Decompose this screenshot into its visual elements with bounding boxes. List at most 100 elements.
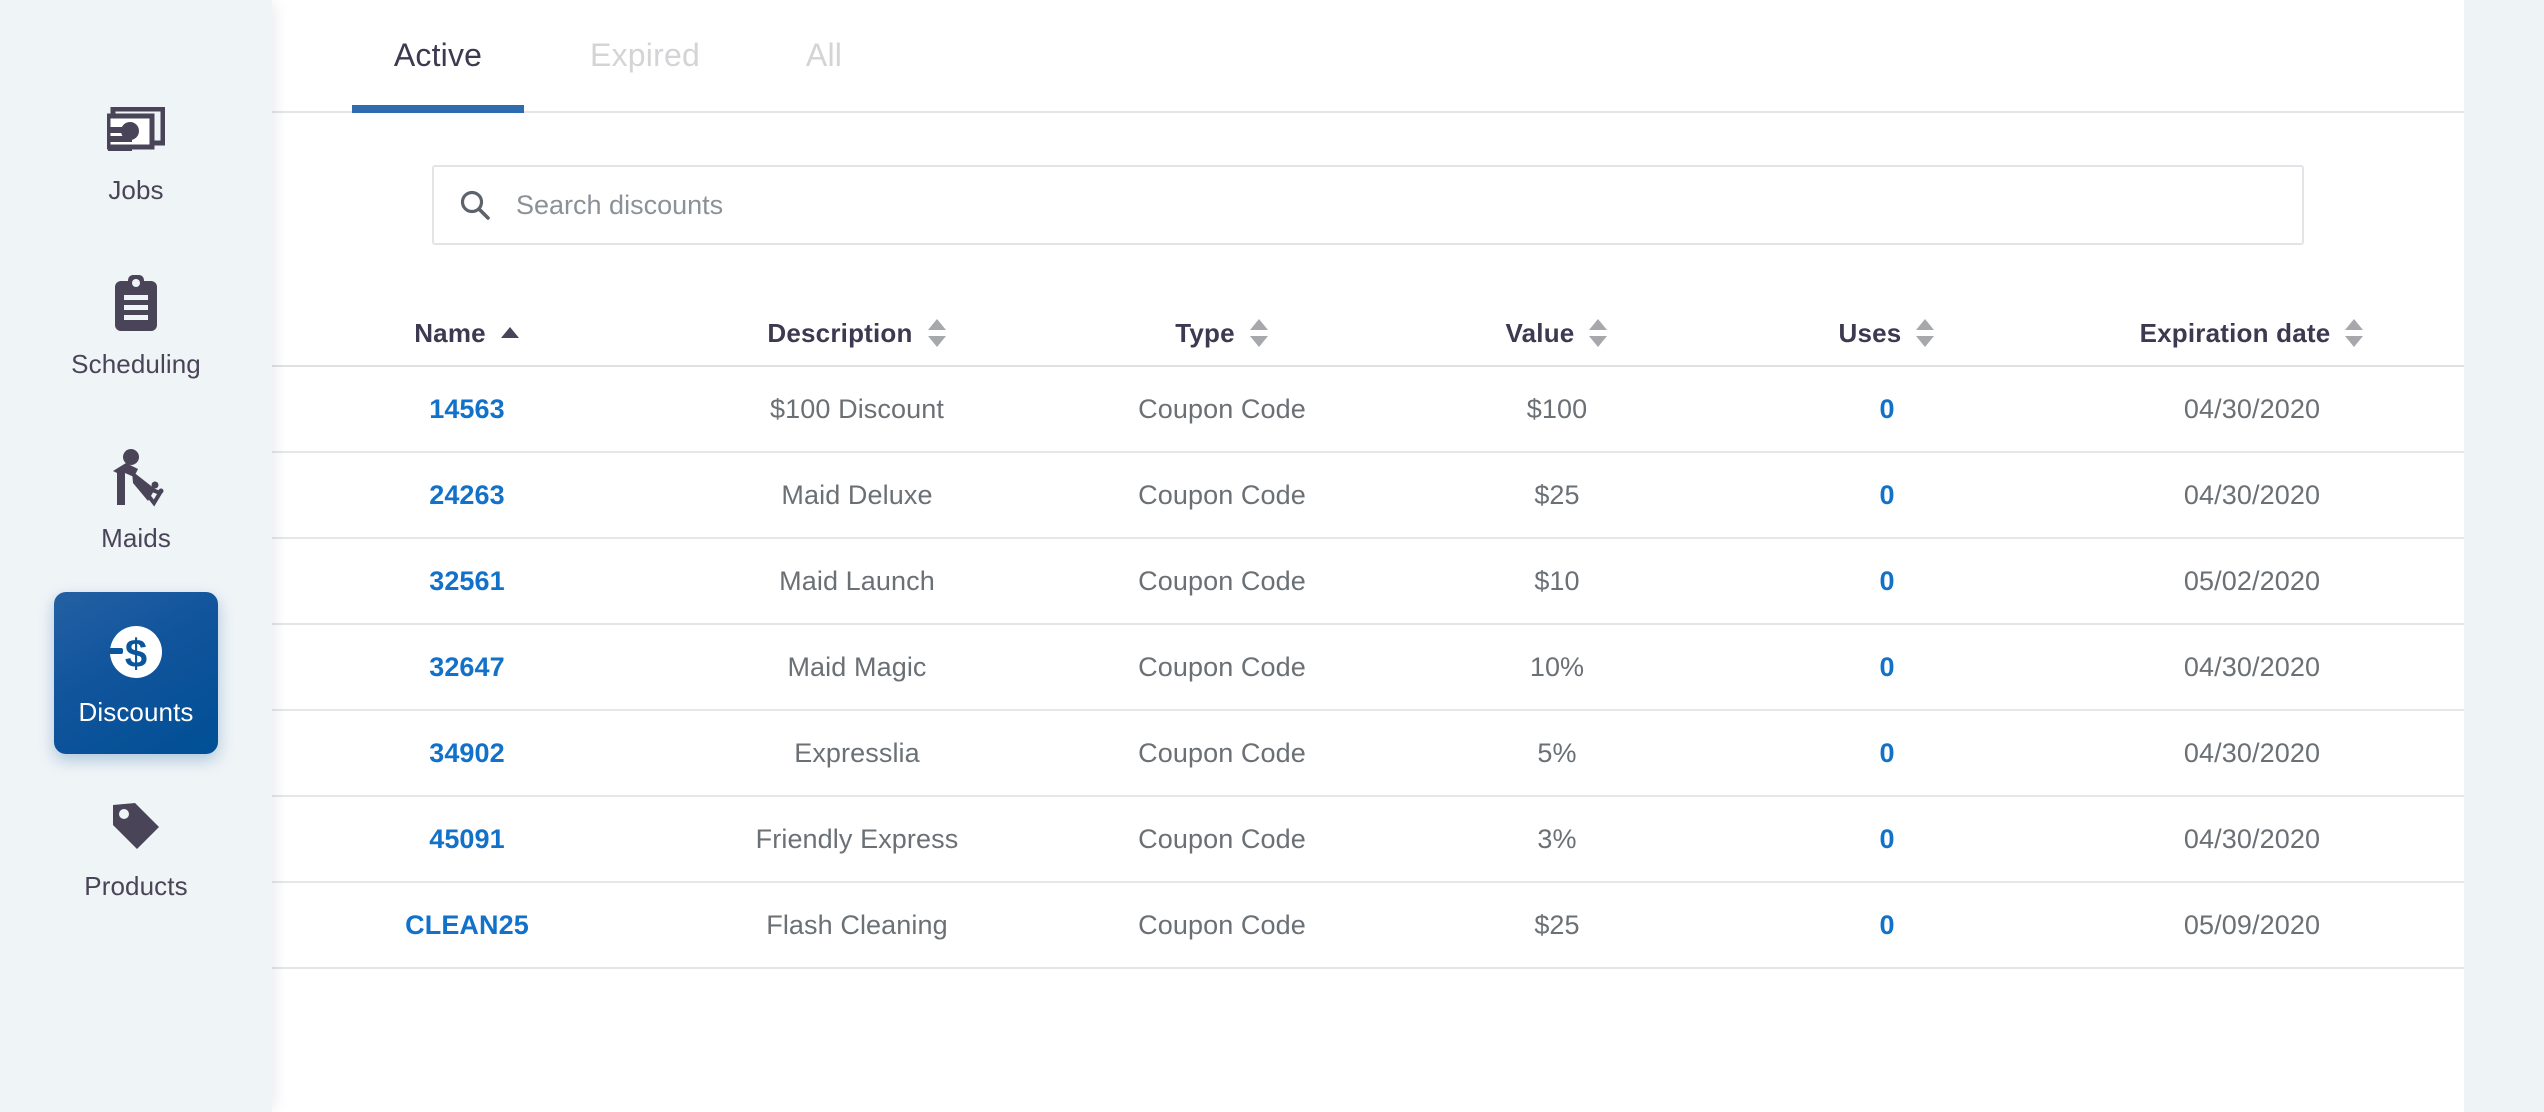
cell-description: Maid Deluxe xyxy=(781,479,933,510)
cell-value: 5% xyxy=(1537,737,1577,768)
cell-expiration: 04/30/2020 xyxy=(2183,651,2321,682)
column-label: Type xyxy=(1175,317,1235,348)
cell-value: $100 xyxy=(1526,393,1588,424)
cell-description: Friendly Express xyxy=(755,823,959,854)
cell-expiration: 04/30/2020 xyxy=(2183,737,2321,768)
sort-both-icon xyxy=(927,318,947,348)
cell-name[interactable]: CLEAN25 xyxy=(272,910,662,941)
column-label: Description xyxy=(767,317,913,348)
sidebar-item-products[interactable]: Products xyxy=(54,766,218,928)
table-body: 14563 $100 Discount Coupon Code $100 0 04/30/… xyxy=(272,367,2464,969)
column-header-type[interactable]: Type xyxy=(1052,318,1392,349)
cell-type: Coupon Code xyxy=(1138,565,1306,596)
sidebar-item-label: Scheduling xyxy=(71,349,201,379)
sort-asc-icon xyxy=(500,326,520,340)
cell-uses[interactable]: 0 xyxy=(1722,394,2052,425)
tag-icon xyxy=(109,795,163,857)
search-icon xyxy=(458,188,492,222)
column-label: Value xyxy=(1505,317,1575,348)
tab-label: Active xyxy=(393,36,483,73)
cell-name[interactable]: 32561 xyxy=(272,566,662,597)
column-header-value[interactable]: Value xyxy=(1392,318,1722,349)
column-header-name[interactable]: Name xyxy=(272,318,662,349)
tab-active[interactable]: Active xyxy=(352,0,524,113)
cell-name[interactable]: 24263 xyxy=(272,480,662,511)
search-box[interactable] xyxy=(432,165,2304,245)
sort-both-icon xyxy=(1588,318,1608,348)
table-row[interactable]: 32561 Maid Launch Coupon Code $10 0 05/02/202… xyxy=(272,539,2464,625)
column-header-uses[interactable]: Uses xyxy=(1722,318,2052,349)
column-label: Name xyxy=(414,317,486,348)
cell-expiration: 04/30/2020 xyxy=(2183,393,2321,424)
discounts-card: Active Expired All Search discounts Name… xyxy=(272,0,2464,1112)
sort-both-icon xyxy=(1915,318,1935,348)
cell-value: 10% xyxy=(1529,651,1585,682)
search-input[interactable] xyxy=(492,167,2302,243)
cell-type: Coupon Code xyxy=(1138,909,1306,940)
cell-description: Expresslia xyxy=(794,737,920,768)
column-header-description[interactable]: Description xyxy=(662,318,1052,349)
clipboard-icon xyxy=(112,273,160,335)
cell-type: Coupon Code xyxy=(1138,823,1306,854)
column-header-expiration-date[interactable]: Expiration date xyxy=(2052,318,2452,349)
cell-description: $100 Discount xyxy=(770,393,944,424)
cell-expiration: 05/02/2020 xyxy=(2183,565,2321,596)
cell-value: $25 xyxy=(1534,909,1580,940)
cell-expiration: 04/30/2020 xyxy=(2183,823,2321,854)
cell-type: Coupon Code xyxy=(1138,651,1306,682)
app-root: Jobs Scheduling Maids $ Discounts Produc… xyxy=(0,0,2544,1112)
table-row[interactable]: 34902 Expresslia Coupon Code 5% 0 04/30/2020 xyxy=(272,711,2464,797)
table-row[interactable]: 24263 Maid Deluxe Coupon Code $25 0 04/30/202… xyxy=(272,453,2464,539)
table-row[interactable]: 32647 Maid Magic Coupon Code 10% 0 04/30/2020 xyxy=(272,625,2464,711)
maid-icon xyxy=(108,447,164,509)
tab-expired[interactable]: Expired xyxy=(538,0,752,111)
sidebar-item-maids[interactable]: Maids xyxy=(54,418,218,580)
column-label: Expiration date xyxy=(2139,317,2331,348)
table-row[interactable]: CLEAN25 Flash Cleaning Coupon Code $25 0 05/0… xyxy=(272,883,2464,969)
table-row[interactable]: 14563 $100 Discount Coupon Code $100 0 04/30/… xyxy=(272,367,2464,453)
cell-uses[interactable]: 0 xyxy=(1722,566,2052,597)
cell-type: Coupon Code xyxy=(1138,393,1306,424)
sidebar-item-discounts[interactable]: $ Discounts xyxy=(54,592,218,754)
sidebar-item-label: Jobs xyxy=(108,175,164,205)
cell-uses[interactable]: 0 xyxy=(1722,652,2052,683)
sidebar-item-jobs[interactable]: Jobs xyxy=(54,70,218,232)
table-header-row: Name Description Type Value Uses Expirat… xyxy=(272,301,2464,367)
search-section xyxy=(272,113,2464,245)
cell-value: 3% xyxy=(1537,823,1577,854)
cell-name[interactable]: 32647 xyxy=(272,652,662,683)
cell-uses[interactable]: 0 xyxy=(1722,738,2052,769)
dollar-circle-icon: $ xyxy=(107,621,165,683)
tab-label: Expired xyxy=(590,36,700,73)
sidebar: Jobs Scheduling Maids $ Discounts Produc… xyxy=(0,0,272,1112)
sidebar-item-label: Maids xyxy=(101,523,171,553)
column-label: Uses xyxy=(1838,317,1902,348)
cell-description: Maid Launch xyxy=(779,565,935,596)
tab-label: All xyxy=(805,36,843,73)
cell-expiration: 05/09/2020 xyxy=(2183,909,2321,940)
cell-name[interactable]: 45091 xyxy=(272,824,662,855)
cell-type: Coupon Code xyxy=(1138,737,1306,768)
sort-both-icon xyxy=(1249,318,1269,348)
cell-value: $25 xyxy=(1534,479,1580,510)
tab-all[interactable]: All xyxy=(764,0,884,111)
svg-text:$: $ xyxy=(125,632,147,676)
table-row[interactable]: 45091 Friendly Express Coupon Code 3% 0 04/30… xyxy=(272,797,2464,883)
cell-expiration: 04/30/2020 xyxy=(2183,479,2321,510)
cell-name[interactable]: 14563 xyxy=(272,394,662,425)
sidebar-item-scheduling[interactable]: Scheduling xyxy=(54,244,218,406)
discounts-table: Name Description Type Value Uses Expirat… xyxy=(272,301,2464,969)
cell-type: Coupon Code xyxy=(1138,479,1306,510)
cell-name[interactable]: 34902 xyxy=(272,738,662,769)
tab-bar: Active Expired All xyxy=(272,0,2464,113)
cell-uses[interactable]: 0 xyxy=(1722,480,2052,511)
money-icon xyxy=(107,99,165,161)
sort-both-icon xyxy=(2344,318,2364,348)
main-content: Active Expired All Search discounts Name… xyxy=(272,0,2464,1112)
cell-description: Maid Magic xyxy=(787,651,927,682)
cell-uses[interactable]: 0 xyxy=(1722,824,2052,855)
sidebar-item-label: Discounts xyxy=(78,697,194,727)
cell-uses[interactable]: 0 xyxy=(1722,910,2052,941)
cell-description: Flash Cleaning xyxy=(766,909,948,940)
cell-value: $10 xyxy=(1534,565,1580,596)
